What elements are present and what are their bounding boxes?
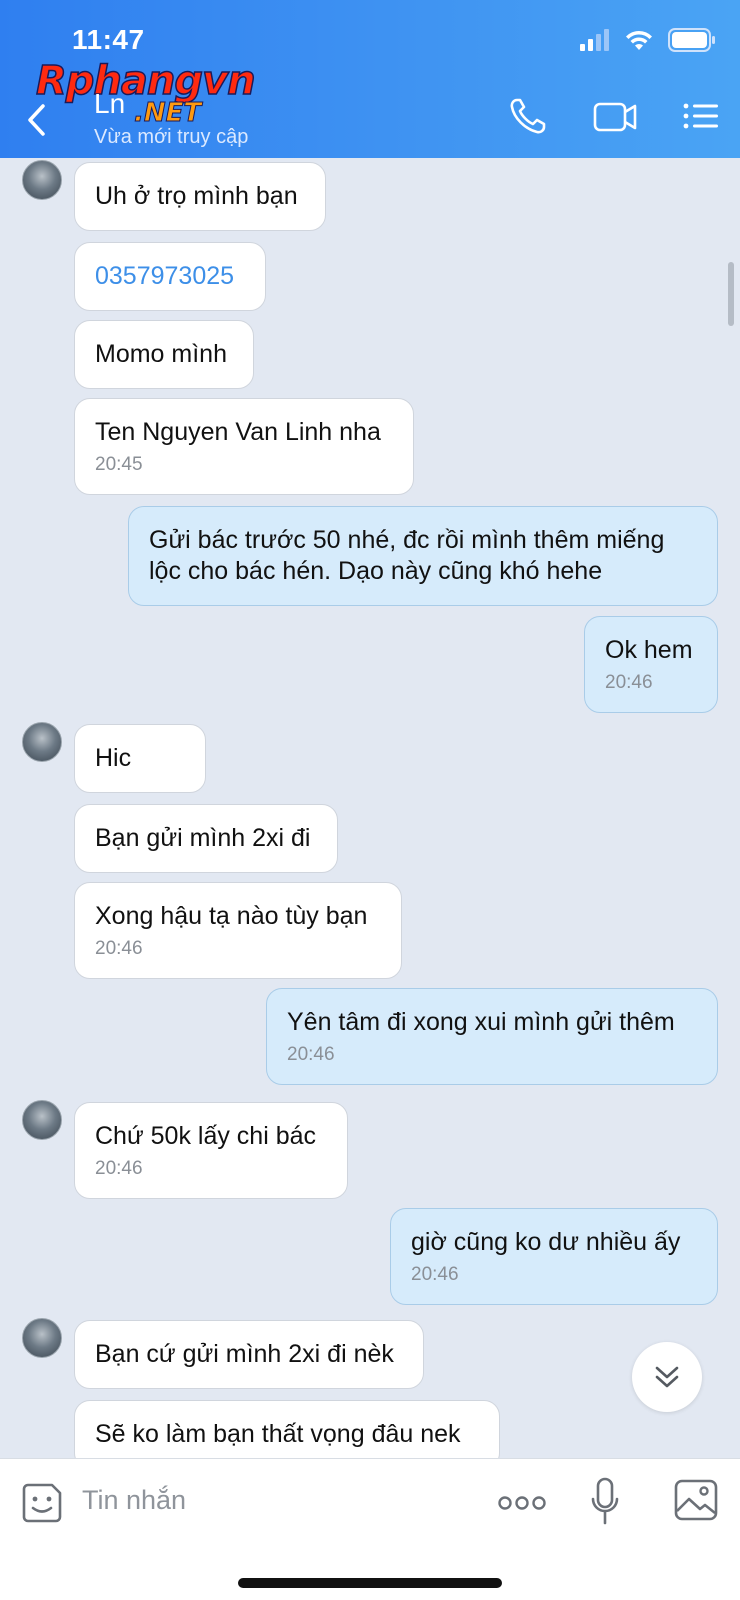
message-text: Ok hem	[605, 636, 693, 664]
message-bubble[interactable]: giờ cũng ko dư nhiều ấy 20:46	[390, 1208, 718, 1305]
chevron-double-down-icon	[655, 1366, 679, 1388]
chat-header: 11:47 Rphangvn .NET Ln Vừa mới truy cập	[0, 0, 740, 158]
message-bubble[interactable]: Bạn cứ gửi mình 2xi đi nèk	[74, 1320, 424, 1389]
message-bubble[interactable]: Hic	[74, 724, 206, 793]
message-text: Uh ở trọ mình bạn	[95, 182, 298, 210]
message-bubble[interactable]: 0357973025	[74, 242, 266, 311]
message-time: 20:46	[287, 1044, 335, 1065]
message-bubble[interactable]: Chứ 50k lấy chi bác 20:46	[74, 1102, 348, 1199]
message-bubble[interactable]: Gửi bác trước 50 nhé, đc rồi mình thêm m…	[128, 506, 718, 606]
image-picker-button[interactable]	[674, 1479, 718, 1521]
avatar[interactable]	[22, 1100, 62, 1140]
message-bubble[interactable]: Yên tâm đi xong xui mình gửi thêm 20:46	[266, 988, 718, 1085]
back-button[interactable]	[22, 100, 52, 140]
message-time: 20:46	[411, 1264, 459, 1285]
avatar[interactable]	[22, 160, 62, 200]
voice-message-button[interactable]	[590, 1477, 620, 1529]
message-bubble[interactable]: Ten Nguyen Van Linh nha 20:45	[74, 398, 414, 495]
message-bubble[interactable]: Xong hậu tạ nào tùy bạn 20:46	[74, 882, 402, 979]
wifi-icon	[626, 30, 652, 50]
video-call-button[interactable]	[592, 96, 638, 136]
message-text: Hic	[95, 744, 132, 772]
watermark-logo: Rphangvn .NET	[35, 57, 256, 128]
message-text: Sẽ ko làm bạn thất vọng đâu nek	[95, 1420, 461, 1448]
message-time: 20:45	[95, 454, 143, 475]
message-text: Momo mình	[95, 340, 227, 368]
message-time: 20:46	[95, 1158, 143, 1179]
message-text: Chứ 50k lấy chi bác	[95, 1122, 317, 1150]
more-options-button[interactable]	[498, 1493, 546, 1513]
message-text: Bạn cứ gửi mình 2xi đi nèk	[95, 1340, 394, 1368]
message-bubble[interactable]: Sẽ ko làm bạn thất vọng đâu nek	[74, 1400, 500, 1458]
call-button[interactable]	[508, 96, 548, 136]
status-icons	[580, 28, 716, 52]
menu-button[interactable]	[682, 96, 720, 136]
message-text: Bạn gửi mình 2xi đi	[95, 824, 311, 852]
message-text: Ten Nguyen Van Linh nha	[95, 418, 381, 446]
message-time: 20:46	[605, 672, 653, 693]
battery-icon	[668, 28, 715, 52]
message-list[interactable]: Uh ở trọ mình bạn 0357973025 Momo mình T…	[0, 158, 740, 1458]
phone-number-link[interactable]: 0357973025	[95, 262, 234, 290]
message-text: Gửi bác trước 50 nhé, đc rồi mình thêm m…	[149, 526, 665, 585]
scrollbar[interactable]	[728, 262, 734, 326]
sticker-button[interactable]	[20, 1481, 64, 1525]
home-indicator[interactable]	[238, 1578, 502, 1588]
message-bubble[interactable]: Ok hem 20:46	[584, 616, 718, 713]
avatar[interactable]	[22, 722, 62, 762]
message-bubble[interactable]: Bạn gửi mình 2xi đi	[74, 804, 338, 873]
message-input[interactable]	[82, 1485, 462, 1516]
message-bubble[interactable]: Momo mình	[74, 320, 254, 389]
message-text: Xong hậu tạ nào tùy bạn	[95, 902, 368, 930]
message-text: Yên tâm đi xong xui mình gửi thêm	[287, 1008, 675, 1036]
message-bubble[interactable]: Uh ở trọ mình bạn	[74, 162, 326, 231]
avatar[interactable]	[22, 1318, 62, 1358]
scroll-to-bottom-button[interactable]	[632, 1342, 702, 1412]
contact-name[interactable]: Ln	[94, 88, 125, 120]
contact-status: Vừa mới truy cập	[94, 126, 249, 148]
cellular-signal-icon	[580, 29, 609, 51]
message-time: 20:46	[95, 938, 143, 959]
status-time: 11:47	[72, 24, 145, 55]
message-text: giờ cũng ko dư nhiều ấy	[411, 1228, 681, 1256]
